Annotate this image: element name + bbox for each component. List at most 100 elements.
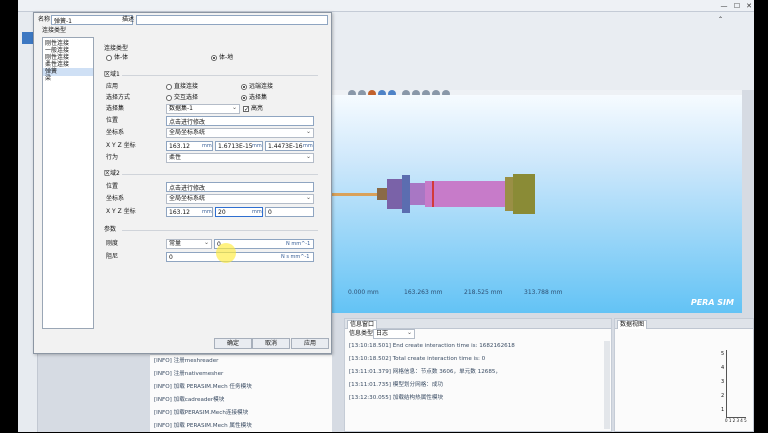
damping-label: 阻尼 <box>106 253 119 260</box>
log-line: [INFO] 加载cadreader模块 <box>154 397 225 403</box>
y-axis <box>726 350 727 417</box>
maximize-icon[interactable]: ☐ <box>731 1 743 11</box>
close-icon[interactable]: ✕ <box>743 1 754 11</box>
params-divider <box>122 230 318 231</box>
region2-title: 区域2 <box>104 170 120 177</box>
log-line: [INFO] 注册nativemesher <box>154 371 224 377</box>
stiffness-mode-select[interactable]: 常量 <box>166 239 212 249</box>
data-mini-chart: 5 4 3 2 1 0 1 2 3 4 5 <box>719 335 747 427</box>
scale-label-3: 313.788 mm <box>524 289 563 296</box>
minimize-icon[interactable]: — <box>718 1 730 11</box>
interactive-select-label: 交互选择 <box>174 94 199 101</box>
cursor-highlight <box>216 243 236 263</box>
select-set-radio-label: 选择集 <box>249 94 268 101</box>
r1-z-unit: mm <box>303 143 313 149</box>
params-title: 参数 <box>104 226 117 233</box>
data-view-panel: 数据视图 5 4 3 2 1 0 1 2 3 4 5 <box>614 318 754 432</box>
app-title-bar: — ☐ ✕ <box>18 0 754 12</box>
r2-position-label: 位置 <box>106 183 119 190</box>
info-line: [13:10:18.502] Total create interaction … <box>349 356 486 362</box>
left-log-panel: [INFO] 注册meshreader [INFO] 注册nativemeshe… <box>150 354 332 432</box>
region2-divider <box>122 174 318 175</box>
connection-type-list: 刚性连接 一般连接 刚性连接 柔性连接 弹簧 梁 <box>42 37 94 329</box>
behavior-label: 行为 <box>106 154 119 161</box>
description-label: 描述 <box>122 16 135 23</box>
info-line: [13:11:01.379] 网格信息：节点数 3606，单元数 12685， <box>349 369 502 375</box>
region1-divider <box>122 75 318 76</box>
conn-type-item[interactable]: 梁 <box>45 75 51 83</box>
r1-y-unit: mm <box>252 143 262 149</box>
y-tick-1: 1 <box>721 407 725 413</box>
connection-type-label: 连接类型 <box>42 27 67 34</box>
r1-position-label: 位置 <box>106 117 119 124</box>
stiffness-unit: N mm^-1 <box>286 241 311 247</box>
body-body-label: 体-体 <box>114 54 129 61</box>
region1-title: 区域1 <box>104 71 120 78</box>
r2-coord-label: 坐标系 <box>106 195 125 202</box>
info-line: [13:10:18.501] End create interaction ti… <box>349 343 515 349</box>
r2-coord-select[interactable]: 全局坐标系统 <box>166 194 314 204</box>
highlight-label: 高亮 <box>251 105 264 112</box>
direct-connect-label: 直接连接 <box>174 83 199 90</box>
r1-coord-select[interactable]: 全局坐标系统 <box>166 128 314 138</box>
spring-connection-dialog: 名称 描述 连接类型 刚性连接 一般连接 刚性连接 柔性连接 弹簧 梁 连接类型… <box>33 12 332 354</box>
y-tick-2: 2 <box>721 393 725 399</box>
select-set-radio[interactable] <box>241 95 247 101</box>
stiffness-label: 刚度 <box>106 240 119 247</box>
apply-label: 应用 <box>106 83 119 90</box>
body-ground-label: 体-地 <box>219 54 234 61</box>
name-input[interactable] <box>51 15 133 25</box>
remote-connect-label: 远端连接 <box>249 83 274 90</box>
r2-y-unit: mm <box>252 209 262 215</box>
info-filter-select[interactable]: 日志 <box>373 329 415 339</box>
info-window: 信息窗口 信息类型 日志 [13:10:18.501] End create i… <box>344 318 612 432</box>
scale-label-0: 0.000 mm <box>348 289 379 296</box>
log-line: [INFO] 加载 PERASIM.Mech 任务模块 <box>154 384 252 390</box>
log-line: [INFO] 加载PERASIM.Mech连接模块 <box>154 410 249 416</box>
data-tabbar: 数据视图 <box>615 319 753 329</box>
y-tick-3: 3 <box>721 379 725 385</box>
r1-coord-label: 坐标系 <box>106 129 125 136</box>
damping-unit: N s mm^-1 <box>281 254 310 260</box>
x-ticks: 0 1 2 3 4 5 <box>725 418 747 423</box>
info-tabbar: 信息窗口 <box>345 319 611 329</box>
3d-viewport[interactable]: 0.000 mm 163.263 mm 218.525 mm 313.788 m… <box>332 95 742 313</box>
info-line: [13:11:01.735] 模型划分网格：成功 <box>349 382 444 388</box>
body-ground-radio[interactable] <box>211 55 217 61</box>
scale-label-2: 218.525 mm <box>464 289 503 296</box>
info-filter-label: 信息类型 <box>349 330 374 337</box>
tab-data-view[interactable]: 数据视图 <box>617 320 648 329</box>
log-line: [INFO] 注册meshreader <box>154 358 219 364</box>
highlight-checkbox[interactable]: ✓ <box>243 106 249 113</box>
r1-position-input[interactable] <box>166 116 314 126</box>
r2-z-input[interactable] <box>265 207 314 217</box>
ribbon-collapse-icon[interactable]: ⌃ <box>718 16 728 24</box>
brand-logo: PERA SIM <box>690 298 734 307</box>
direct-connect-radio[interactable] <box>166 84 172 90</box>
select-set-label: 选择集 <box>106 105 125 112</box>
r1-xyz-label: X Y Z 坐标 <box>106 142 136 149</box>
cancel-button[interactable]: 取消 <box>252 338 290 349</box>
select-set-dropdown[interactable]: 数据集-1 <box>166 104 240 114</box>
shaft-model <box>332 174 535 214</box>
name-label: 名称 <box>38 16 51 23</box>
info-line: [13:12:30.055] 加载结构热属性模块 <box>349 395 444 401</box>
r1-x-unit: mm <box>202 143 212 149</box>
r2-xyz-label: X Y Z 坐标 <box>106 208 136 215</box>
apply-button[interactable]: 应用 <box>291 338 329 349</box>
r2-position-input[interactable] <box>166 182 314 192</box>
interactive-select-radio[interactable] <box>166 95 172 101</box>
remote-connect-radio[interactable] <box>241 84 247 90</box>
y-tick-4: 4 <box>721 365 725 371</box>
connection-category-label: 连接类型 <box>104 45 129 52</box>
info-scrollbar[interactable] <box>604 341 610 429</box>
r2-x-unit: mm <box>202 209 212 215</box>
select-mode-label: 选择方式 <box>106 94 131 101</box>
behavior-select[interactable]: 柔性 <box>166 153 314 163</box>
ok-button[interactable]: 确定 <box>214 338 252 349</box>
description-input[interactable] <box>136 15 328 25</box>
log-line: [INFO] 加载 PERASIM.Mech 属性模块 <box>154 423 252 429</box>
tab-info-window[interactable]: 信息窗口 <box>347 320 378 329</box>
y-tick-5: 5 <box>721 351 725 357</box>
body-body-radio[interactable] <box>106 55 112 61</box>
